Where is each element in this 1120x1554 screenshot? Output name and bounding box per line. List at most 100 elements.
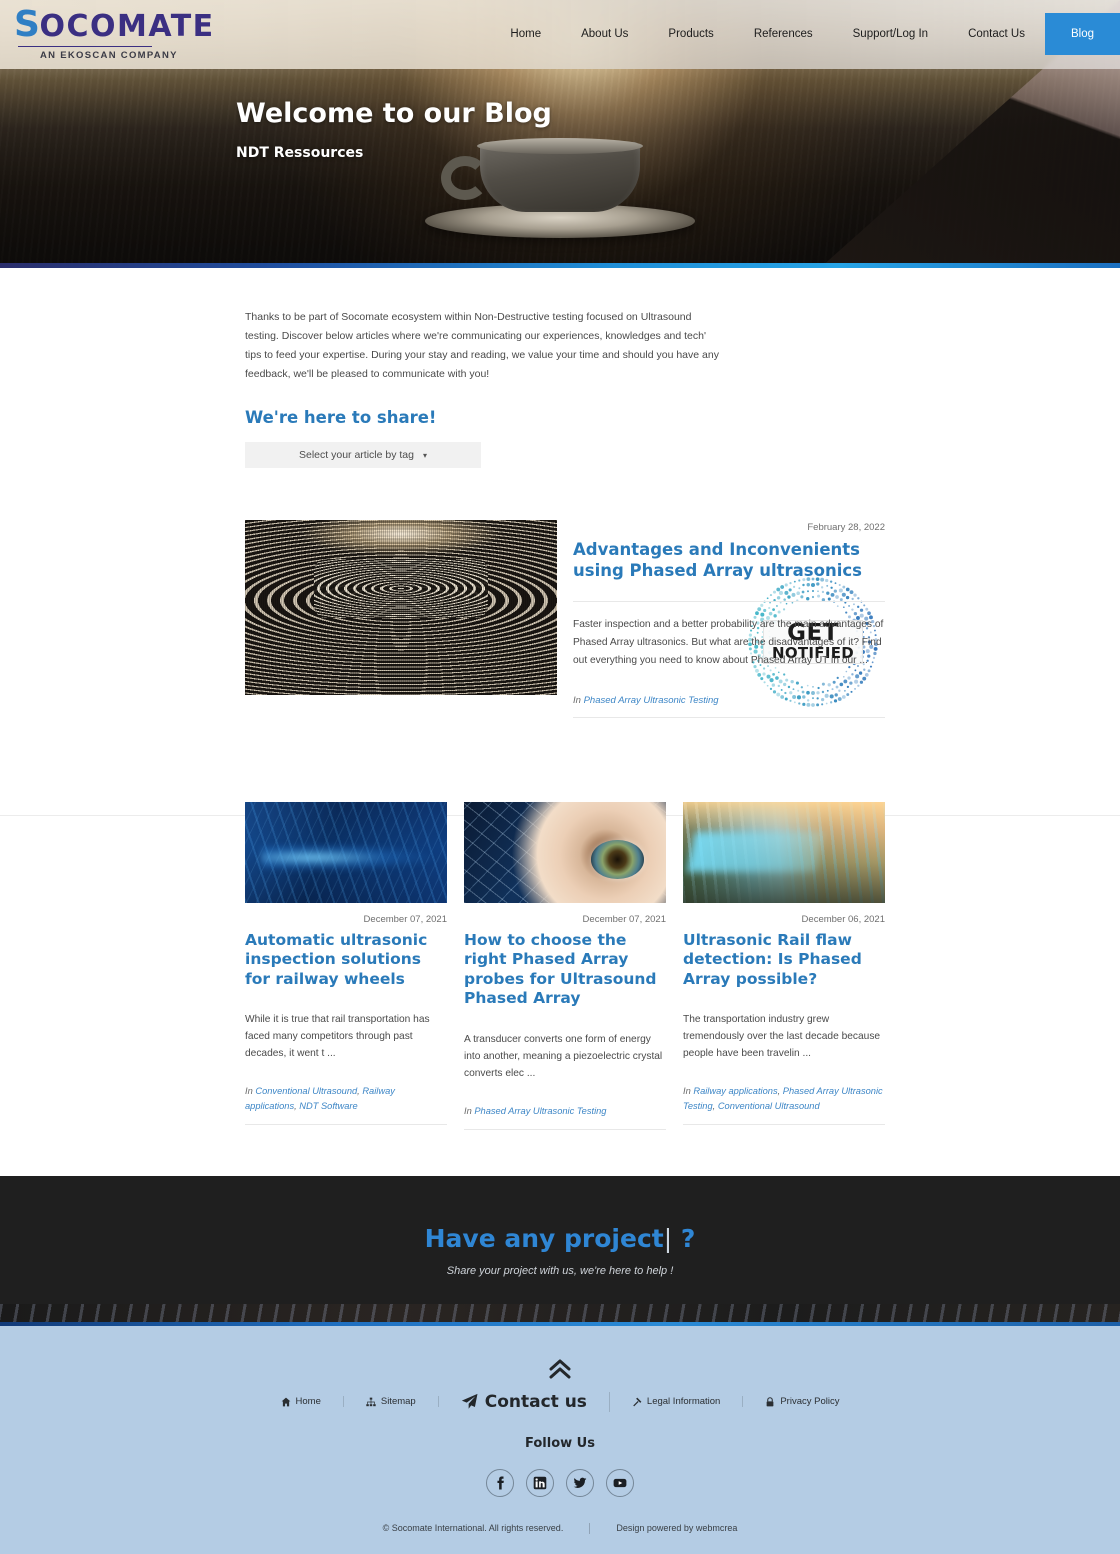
article-card[interactable]: December 06, 2021 Ultrasonic Rail flaw d… [683, 801, 885, 1130]
featured-bottom-divider [573, 716, 885, 718]
tag-link[interactable]: Phased Array Ultrasonic Testing [474, 1106, 606, 1116]
tag-prefix: In [573, 694, 581, 706]
twitter-link[interactable] [566, 1468, 594, 1497]
article-card-date: December 06, 2021 [801, 913, 885, 925]
tag-link[interactable]: Conventional Ultrasound [255, 1086, 357, 1096]
featured-article-excerpt: Faster inspection and a better probabili… [573, 618, 884, 666]
footer-link-legal-information[interactable]: Legal Information [610, 1396, 744, 1408]
article-card-grid: December 07, 2021 Automatic ultrasonic i… [0, 801, 1120, 1130]
twitter-icon [573, 1477, 587, 1488]
article-card-date: December 07, 2021 [582, 913, 666, 925]
facebook-link[interactable] [486, 1468, 514, 1497]
featured-article-date: February 28, 2022 [807, 522, 885, 533]
nav-item-home[interactable]: Home [490, 13, 561, 55]
article-card-divider [245, 1124, 447, 1126]
article-card-image[interactable] [245, 801, 447, 903]
cta-subtitle: Share your project with us, we're here t… [446, 1265, 674, 1278]
chevron-down-icon: ▾ [422, 450, 427, 460]
article-card-tags: In Railway applications, Phased Array Ul… [683, 1086, 883, 1112]
tag-link[interactable]: Conventional Ultrasound [718, 1101, 820, 1111]
copyright-text: © Socomate International. All rights res… [382, 1523, 564, 1534]
tag-prefix: In [464, 1105, 472, 1116]
article-card-image[interactable] [464, 801, 666, 903]
cta-section: Have any project| ? Share your project w… [0, 1175, 1120, 1326]
intro-section: Thanks to be part of Socomate ecosystem … [0, 268, 1120, 816]
tag-link[interactable]: Phased Array Ultrasonic Testing [584, 695, 719, 706]
youtube-link[interactable] [606, 1468, 634, 1497]
typing-cursor-icon: | [663, 1224, 673, 1254]
linkedin-link[interactable] [526, 1468, 554, 1497]
site-footer: Home Sitemap Contact us Legal Informatio… [0, 1325, 1120, 1554]
article-card-excerpt: While it is true that rail transportatio… [245, 1014, 430, 1060]
article-card-tags: In Phased Array Ultrasonic Testing [464, 1104, 666, 1119]
site-header: S OCOMATE AN EKOSCAN COMPANY Home About U… [0, 0, 1120, 69]
article-card-image[interactable] [683, 801, 885, 903]
main-navigation[interactable]: Home About Us Products References Suppor… [490, 13, 1120, 55]
nav-item-blog[interactable]: Blog [1044, 13, 1120, 55]
logo-divider [18, 45, 152, 47]
page-title: Welcome to our Blog [236, 98, 552, 129]
nav-item-references[interactable]: References [734, 13, 833, 55]
intro-paragraph: Thanks to be part of Socomate ecosystem … [245, 311, 719, 380]
featured-article-title[interactable]: Advantages and Inconvenients using Phase… [573, 539, 885, 582]
cta-accent-line [0, 1321, 1120, 1326]
linkedin-icon [533, 1476, 547, 1490]
article-card-title[interactable]: Automatic ultrasonic inspection solution… [245, 931, 447, 990]
article-card-date: December 07, 2021 [363, 913, 447, 925]
nav-item-about-us[interactable]: About Us [561, 13, 648, 55]
nav-item-support-login[interactable]: Support/Log In [833, 13, 948, 55]
chevron-double-up-icon [549, 1359, 571, 1379]
article-card-divider [683, 1124, 885, 1126]
footer-link-home[interactable]: Home [259, 1396, 344, 1408]
article-card-title[interactable]: How to choose the right Phased Array pro… [464, 931, 666, 1009]
article-card-tags: In Conventional Ultrasound, Railway appl… [245, 1086, 395, 1112]
article-card[interactable]: December 07, 2021 Automatic ultrasonic i… [245, 801, 447, 1130]
home-icon [281, 1397, 290, 1407]
facebook-icon [497, 1476, 504, 1490]
follow-us-heading: Follow Us [525, 1435, 595, 1451]
footer-navigation[interactable]: Home Sitemap Contact us Legal Informatio… [259, 1391, 862, 1412]
paper-plane-icon [461, 1394, 478, 1410]
featured-article-image[interactable] [245, 520, 557, 695]
featured-article[interactable]: February 28, 2022 Advantages and Inconve… [0, 520, 1120, 718]
article-card-excerpt: A transducer converts one form of energy… [464, 1033, 663, 1079]
hero-banner: Welcome to our Blog NDT Ressources S OCOM… [0, 0, 1120, 268]
scroll-to-top-button[interactable] [548, 1358, 572, 1380]
logo-tagline: AN EKOSCAN COMPANY [40, 49, 178, 61]
logo-initial: S [14, 4, 42, 45]
article-card[interactable]: December 07, 2021 How to choose the righ… [464, 801, 666, 1130]
nav-item-products[interactable]: Products [648, 13, 733, 55]
article-card-title[interactable]: Ultrasonic Rail flaw detection: Is Phase… [683, 931, 885, 990]
gavel-icon [633, 1397, 642, 1407]
tag-prefix: In [245, 1086, 253, 1097]
tag-filter-label: Select your article by tag [299, 449, 414, 461]
copyright-divider [589, 1522, 591, 1534]
footer-link-label: Privacy Policy [780, 1396, 840, 1408]
footer-link-label: Sitemap [380, 1396, 416, 1408]
article-card-excerpt: The transportation industry grew tremend… [683, 1014, 881, 1060]
footer-link-label: Contact us [484, 1391, 587, 1412]
design-credit: Design powered by webmcrea [616, 1523, 738, 1534]
logo-wordmark: S OCOMATE [14, 6, 230, 44]
footer-link-label: Legal Information [646, 1396, 721, 1408]
tag-link[interactable]: NDT Software [299, 1101, 357, 1111]
footer-link-label: Home [295, 1396, 321, 1408]
article-card-divider [464, 1128, 666, 1130]
youtube-icon [613, 1478, 627, 1488]
hero-text-block: Welcome to our Blog NDT Ressources [236, 98, 552, 161]
logo-rest: OCOMATE [39, 9, 215, 44]
site-logo[interactable]: S OCOMATE AN EKOSCAN COMPANY [0, 0, 230, 61]
social-links[interactable] [486, 1468, 634, 1497]
nav-item-contact-us[interactable]: Contact Us [948, 13, 1045, 55]
footer-copyright-row: © Socomate International. All rights res… [382, 1522, 738, 1534]
lock-icon [766, 1397, 774, 1407]
featured-title-divider [573, 600, 885, 602]
footer-link-contact-us[interactable]: Contact us [439, 1391, 610, 1412]
footer-link-privacy-policy[interactable]: Privacy Policy [743, 1396, 861, 1407]
cta-title-question: ? [672, 1224, 696, 1254]
page-subtitle: NDT Ressources [236, 145, 364, 161]
tag-prefix: In [683, 1086, 691, 1097]
tag-filter-dropdown[interactable]: Select your article by tag ▾ [245, 442, 481, 468]
footer-link-sitemap[interactable]: Sitemap [344, 1396, 439, 1408]
tag-link[interactable]: Railway applications [693, 1086, 777, 1096]
